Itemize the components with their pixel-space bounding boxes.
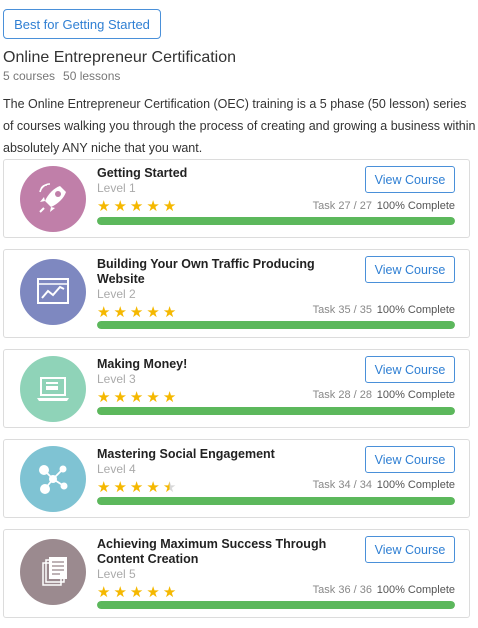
page-title: Online Entrepreneur Certification [3,49,237,66]
course-card-social-engagement: Mastering Social Engagement Level 4 ★ ★ ★ ★… [3,439,470,518]
star-icon: ★ [113,479,127,496]
star-icon: ★ [113,584,127,601]
task-progress-text: Task 27 / 27 [312,200,372,212]
task-progress-text: Task 36 / 36 [312,584,372,596]
view-course-button[interactable]: View Course [365,166,455,193]
star-icon: ★ [162,479,177,496]
course-title: Getting Started [97,166,188,180]
task-progress-text: Task 28 / 28 [312,389,372,401]
laptop-payment-icon [20,356,86,422]
progress-bar [97,321,455,329]
course-level: Level 3 [97,372,136,386]
progress-bar [97,601,455,609]
star-icon: ★ [129,389,144,406]
star-icon: ★ [113,198,127,215]
star-rating: ★ ★ ★ ★ ★ [97,199,176,214]
social-network-icon [20,446,86,512]
star-icon: ★ [113,304,127,321]
star-rating: ★ ★ ★ ★ ★ [97,480,176,495]
star-icon: ★ [146,584,160,601]
star-icon: ★ [113,389,127,406]
course-card-making-money: Making Money! Level 3 ★ ★ ★ ★ ★ View Course … [3,349,470,428]
star-icon: ★ [129,304,144,321]
star-rating: ★ ★ ★ ★ ★ [97,585,176,600]
progress-bar [97,217,455,225]
view-course-button[interactable]: View Course [365,446,455,473]
task-progress-text: Task 35 / 35 [312,304,372,316]
course-level: Level 4 [97,462,136,476]
star-icon: ★ [162,198,177,215]
star-icon: ★ [129,584,144,601]
view-course-button[interactable]: View Course [365,356,455,383]
courses-count: 5 courses [3,69,56,83]
progress-fill [97,497,455,505]
star-icon: ★ [162,389,177,406]
course-title: Building Your Own Traffic Producing Webs… [97,257,315,286]
star-icon: ★ [97,479,111,496]
percent-complete: 100% Complete [376,479,455,491]
course-card-content-creation: Achieving Maximum Success Through Conten… [3,529,470,618]
star-rating: ★ ★ ★ ★ ★ [97,390,176,405]
course-card-building-website: Building Your Own Traffic Producing Webs… [3,249,470,338]
view-course-button[interactable]: View Course [365,536,455,563]
star-icon: ★ [146,479,160,496]
star-icon: ★ [146,198,160,215]
course-level: Level 2 [97,287,136,301]
percent-complete: 100% Complete [376,304,455,316]
website-chart-icon [20,259,86,325]
star-icon: ★ [97,304,111,321]
course-title: Mastering Social Engagement [97,447,275,461]
star-rating: ★ ★ ★ ★ ★ [97,305,176,320]
star-icon: ★ [146,389,160,406]
progress-fill [97,601,455,609]
star-icon: ★ [97,198,111,215]
progress-bar [97,497,455,505]
star-icon: ★ [97,584,111,601]
percent-complete: 100% Complete [376,584,455,596]
star-icon: ★ [162,584,177,601]
best-for-getting-started-badge[interactable]: Best for Getting Started [3,9,161,39]
course-level: Level 5 [97,567,136,581]
document-stack-icon [20,539,86,605]
course-description: The Online Entrepreneur Certification (O… [3,97,476,155]
percent-complete: 100% Complete [376,389,455,401]
star-icon: ★ [129,479,144,496]
task-progress-text: Task 34 / 34 [312,479,372,491]
progress-bar [97,407,455,415]
progress-fill [97,217,455,225]
course-title: Making Money! [97,357,188,371]
progress-fill [97,407,455,415]
star-icon: ★ [129,198,144,215]
star-icon: ★ [146,304,160,321]
progress-fill [97,321,455,329]
course-card-getting-started: Getting Started Level 1 ★ ★ ★ ★ ★ View Cours… [3,159,470,238]
view-course-button[interactable]: View Course [365,256,455,283]
percent-complete: 100% Complete [376,200,455,212]
course-title: Achieving Maximum Success Through Conten… [97,537,327,566]
lessons-count: 50 lessons [63,69,121,83]
course-level: Level 1 [97,181,136,195]
course-meta: 5 courses 50 lessons [3,69,120,83]
rocket-icon [20,166,86,232]
star-icon: ★ [97,389,111,406]
star-icon: ★ [162,304,177,321]
